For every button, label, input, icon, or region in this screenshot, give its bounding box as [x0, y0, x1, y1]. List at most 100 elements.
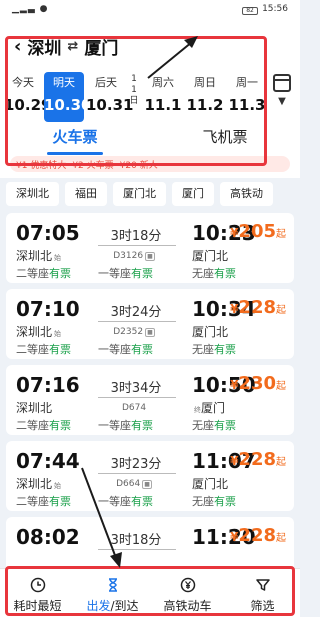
seat-class: 无座有票	[192, 267, 236, 280]
status-time: 15:56	[262, 4, 288, 14]
fuxing-icon: ■	[145, 252, 155, 261]
seat-class: 一等座有票	[98, 343, 153, 356]
train-code: D3126 ■	[113, 251, 155, 261]
hourglass-icon	[75, 575, 150, 595]
date-item[interactable]: 后天 10.31	[86, 72, 133, 122]
route-line	[98, 397, 176, 398]
signal-icon: ▁▂▃ ●	[12, 4, 49, 14]
to-station: 厦门北	[192, 249, 229, 263]
transport-tabs: 火车票 飞机票	[0, 124, 300, 155]
departure-time: 08:02	[16, 525, 80, 549]
train-card[interactable]: 07:10 3时24分 D2352 ■ 10:34 ¥228起 深圳北始 厦门北 …	[6, 289, 294, 359]
calendar-icon	[273, 74, 291, 92]
duration: 3时34分	[110, 381, 162, 396]
station-filter: 深圳北 福田 厦门北 厦门 高铁动	[0, 182, 300, 208]
route-line	[98, 321, 176, 322]
from-station: 深圳北	[16, 401, 53, 415]
origin-badge: 始	[54, 482, 62, 490]
train-card[interactable]: 08:02 3时18分 11:20 ¥228起	[6, 517, 294, 568]
fuxing-icon: ■	[142, 480, 152, 489]
train-code: D664 ■	[116, 479, 152, 489]
departure-time: 07:44	[16, 449, 80, 473]
departure-time: 07:10	[16, 297, 80, 321]
duration: 3时18分	[110, 229, 162, 244]
seat-class: 二等座有票	[16, 495, 71, 508]
swap-icon[interactable]: ⇄	[67, 39, 78, 54]
station-chip[interactable]: 厦门	[172, 182, 214, 206]
bottom-toolbar: 耗时最短 出发/到达 高铁动车 筛选	[0, 568, 300, 617]
from-station: 深圳北始	[16, 249, 62, 263]
back-icon[interactable]: ‹	[14, 36, 21, 57]
promo-tag: ¥2 火车票	[72, 160, 114, 171]
origin-badge: 始	[54, 330, 62, 338]
route-from: 深圳	[27, 39, 62, 59]
yuan-coin-icon	[150, 575, 225, 595]
route-title[interactable]: ‹ 深圳 ⇄ 厦门	[14, 34, 118, 59]
route-to: 厦门	[84, 39, 119, 59]
filter-icon	[225, 575, 300, 595]
duration: 3时18分	[110, 533, 162, 548]
route-line	[98, 245, 176, 246]
battery-icon: 82	[242, 7, 259, 15]
terminal-badge: 终	[194, 406, 201, 414]
tab-underline	[47, 152, 103, 155]
departure-time: 07:16	[16, 373, 80, 397]
promo-tag: ¥20 新人	[119, 160, 158, 171]
seat-class: 一等座有票	[98, 267, 153, 280]
fuxing-icon: ■	[145, 328, 155, 337]
date-strip: 今天 10.29 明天 10.30 后天 10.31 1 1 日 周六 11.1…	[4, 72, 266, 122]
from-station: 深圳北始	[16, 325, 62, 339]
price: ¥205起	[230, 221, 286, 242]
search-header: ‹ 深圳 ⇄ 厦门 今天 10.29 明天 10.30 后天 10.31 1 1…	[0, 20, 300, 178]
price: ¥230起	[230, 373, 286, 394]
tab-train[interactable]: 火车票	[0, 126, 150, 155]
status-right: 82 15:56	[242, 4, 288, 15]
filter-button[interactable]: 筛选	[225, 569, 300, 617]
train-code: D2352 ■	[113, 327, 155, 337]
train-card[interactable]: 07:05 3时18分 D3126 ■ 10:23 ¥205起 深圳北始 厦门北 …	[6, 213, 294, 283]
date-item[interactable]: 周日 11.2	[186, 72, 224, 122]
seat-class: 无座有票	[192, 343, 236, 356]
origin-badge: 始	[54, 254, 62, 262]
seat-class: 一等座有票	[98, 419, 153, 432]
station-chip[interactable]: 高铁动	[220, 182, 273, 206]
seat-class: 二等座有票	[16, 419, 71, 432]
station-chip[interactable]: 福田	[65, 182, 107, 206]
date-item[interactable]: 周一 11.3	[228, 72, 266, 122]
price: ¥228起	[230, 449, 286, 470]
train-code: D674	[121, 403, 147, 413]
seat-class: 二等座有票	[16, 267, 71, 280]
seat-class: 无座有票	[192, 419, 236, 432]
date-item-selected[interactable]: 明天 10.30	[44, 72, 91, 122]
station-chip[interactable]: 深圳北	[6, 182, 59, 206]
sort-shortest-button[interactable]: 耗时最短	[0, 569, 75, 617]
promo-tag: ¥1 优惠特大	[16, 160, 67, 171]
price: ¥228起	[230, 525, 286, 546]
date-item[interactable]: 今天 10.29	[4, 72, 51, 122]
promo-banner[interactable]: ¥1 优惠特大 ¥2 火车票 ¥20 新人	[10, 156, 290, 172]
seat-class: 无座有票	[192, 495, 236, 508]
high-speed-filter-button[interactable]: 高铁动车	[150, 569, 225, 617]
to-station: 终厦门	[194, 401, 226, 415]
to-station: 厦门北	[192, 477, 229, 491]
clock-icon	[0, 575, 75, 595]
route-line	[98, 549, 176, 550]
chevron-down-icon: ▼	[278, 96, 286, 107]
from-station: 深圳北始	[16, 477, 62, 491]
price: ¥228起	[230, 297, 286, 318]
train-card[interactable]: 07:16 3时34分 D674 10:50 ¥230起 深圳北 终厦门 二等座…	[6, 365, 294, 435]
date-item[interactable]: 周六 11.1	[144, 72, 182, 122]
duration: 3时23分	[110, 457, 162, 472]
calendar-button[interactable]: ▼	[270, 74, 294, 107]
route-line	[98, 473, 176, 474]
train-card[interactable]: 07:44 3时23分 D664 ■ 11:07 ¥228起 深圳北始 厦门北 二…	[6, 441, 294, 511]
seat-class: 一等座有票	[98, 495, 153, 508]
month-divider: 1 1 日	[129, 74, 139, 106]
station-chip[interactable]: 厦门北	[113, 182, 166, 206]
status-bar: ▁▂▃ ● 82 15:56	[0, 0, 300, 20]
train-list: 07:05 3时18分 D3126 ■ 10:23 ¥205起 深圳北始 厦门北 …	[0, 213, 300, 568]
to-station: 厦门北	[192, 325, 229, 339]
departure-time: 07:05	[16, 221, 80, 245]
tab-flight[interactable]: 飞机票	[150, 126, 300, 147]
sort-departure-button[interactable]: 出发/到达	[75, 569, 150, 617]
